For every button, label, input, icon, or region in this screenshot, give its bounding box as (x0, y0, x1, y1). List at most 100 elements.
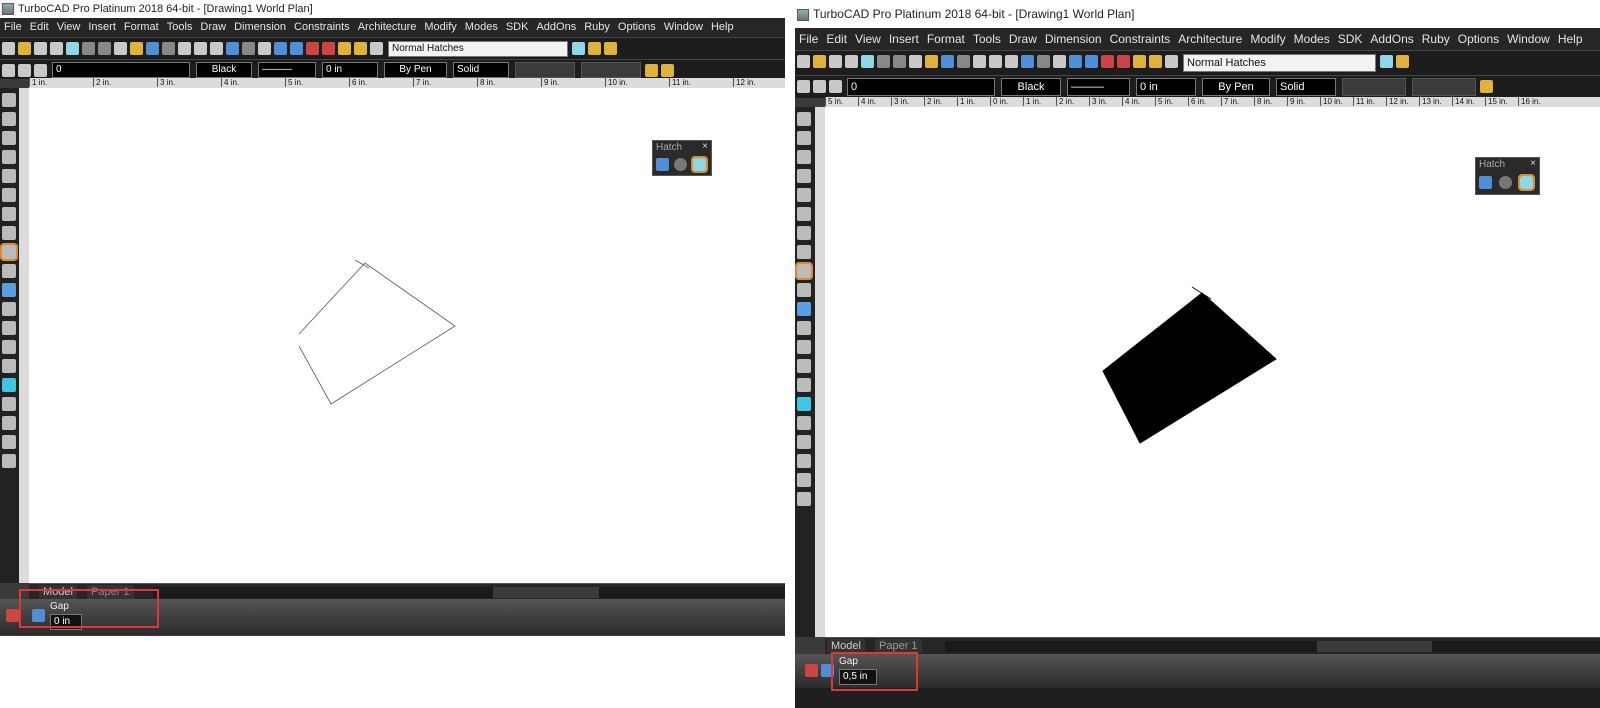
thickness-select[interactable]: 0 in (1136, 78, 1196, 96)
undo-icon[interactable] (146, 42, 159, 55)
circle-tool-icon[interactable] (2, 169, 16, 183)
layer-select[interactable]: 0 (52, 62, 190, 78)
save-icon[interactable] (34, 42, 47, 55)
menu-dimension[interactable]: Dimension (1041, 28, 1106, 50)
line-style-select[interactable]: Solid (1276, 78, 1336, 96)
render-tool-icon[interactable] (797, 473, 811, 487)
dimension-tool-icon[interactable] (2, 340, 16, 354)
measure-tool-icon[interactable] (2, 359, 16, 373)
menu-help[interactable]: Help (1554, 28, 1587, 50)
render-tool-icon[interactable] (2, 454, 16, 468)
edit-tool-icon[interactable] (2, 112, 16, 126)
grid-icon[interactable] (290, 42, 303, 55)
redo-icon[interactable] (162, 42, 175, 55)
properties-icon[interactable] (1149, 55, 1162, 68)
menu-ruby[interactable]: Ruby (1418, 28, 1454, 50)
help-cursor-icon[interactable] (1380, 55, 1393, 68)
properties-icon[interactable] (354, 42, 367, 55)
grid-icon[interactable] (1085, 55, 1098, 68)
array-tool-icon[interactable] (2, 321, 16, 335)
measure-tool-icon[interactable] (797, 378, 811, 392)
menu-draw[interactable]: Draw (196, 18, 230, 37)
layers-icon[interactable] (338, 42, 351, 55)
menu-dimension[interactable]: Dimension (230, 18, 290, 37)
zoom-in-icon[interactable] (973, 55, 986, 68)
dimension-tool-icon[interactable] (797, 359, 811, 373)
empty-select-1[interactable] (1342, 78, 1406, 96)
menu-constraints[interactable]: Constraints (1106, 28, 1175, 50)
redraw-icon[interactable] (242, 42, 255, 55)
menu-ruby[interactable]: Ruby (580, 18, 614, 37)
menu-edit[interactable]: Edit (822, 28, 851, 50)
palette-icon[interactable] (661, 64, 674, 77)
lights-tool-icon[interactable] (797, 492, 811, 506)
text-tool-icon[interactable] (2, 226, 16, 240)
hatch-tool-icon[interactable] (0, 243, 18, 261)
horizontal-scrollbar[interactable] (153, 587, 785, 598)
zoom-out-icon[interactable] (194, 42, 207, 55)
menu-draw[interactable]: Draw (1005, 28, 1041, 50)
menu-modes[interactable]: Modes (1290, 28, 1334, 50)
format-painter-icon[interactable] (925, 55, 938, 68)
table-tool-icon[interactable] (2, 397, 16, 411)
redraw-icon[interactable] (1037, 55, 1050, 68)
menu-options[interactable]: Options (1454, 28, 1503, 50)
thickness-select[interactable]: 0 in (322, 62, 378, 78)
snap-icon[interactable] (306, 42, 319, 55)
color-select[interactable]: Black (196, 62, 252, 78)
symbol-tool-icon[interactable] (797, 454, 811, 468)
gear-tool-icon[interactable] (797, 397, 811, 411)
hatched-polygon[interactable] (1102, 292, 1277, 444)
zoom-out-icon[interactable] (989, 55, 1002, 68)
visibility-icon[interactable] (34, 64, 47, 77)
menu-sdk[interactable]: SDK (502, 18, 533, 37)
visibility-icon[interactable] (829, 80, 842, 93)
table-tool-icon[interactable] (797, 416, 811, 430)
target-tool-icon[interactable] (2, 283, 16, 297)
layers-icon[interactable] (1133, 55, 1146, 68)
menu-modify[interactable]: Modify (1246, 28, 1289, 50)
new-file-icon[interactable] (2, 42, 15, 55)
pen-select[interactable]: By Pen (384, 62, 447, 78)
hatch-solid-icon[interactable] (691, 156, 708, 173)
arc-tool-icon[interactable] (2, 188, 16, 202)
redo-icon[interactable] (957, 55, 970, 68)
open-folder-icon[interactable] (18, 42, 31, 55)
abc-spell-icon[interactable] (1069, 55, 1082, 68)
eraser-tool-icon[interactable] (797, 321, 811, 335)
block-tool-icon[interactable] (797, 435, 811, 449)
array-tool-icon[interactable] (797, 340, 811, 354)
close-icon[interactable]: × (1530, 158, 1536, 169)
menu-addons[interactable]: AddOns (1366, 28, 1417, 50)
print-preview-icon[interactable] (861, 55, 874, 68)
pan-icon[interactable] (258, 42, 271, 55)
snap-icon[interactable] (1101, 55, 1114, 68)
menu-file[interactable]: File (795, 28, 822, 50)
point-tool-icon[interactable] (797, 226, 811, 240)
zoom-extents-icon[interactable] (1021, 55, 1034, 68)
new-file-icon[interactable] (797, 55, 810, 68)
finish-icon[interactable] (805, 664, 818, 677)
line-preview[interactable]: ——— (258, 62, 316, 78)
menu-modify[interactable]: Modify (420, 18, 460, 37)
hatch-gradient-icon[interactable] (1499, 176, 1512, 189)
menu-architecture[interactable]: Architecture (354, 18, 421, 37)
3d-tool-icon[interactable] (797, 283, 811, 297)
arc-tool-icon[interactable] (797, 207, 811, 221)
cut-icon[interactable] (877, 55, 890, 68)
abc-spell-icon[interactable] (274, 42, 287, 55)
empty-select-2[interactable] (1412, 78, 1476, 96)
pen-select[interactable]: By Pen (1202, 78, 1270, 96)
empty-select-2[interactable] (581, 62, 641, 78)
print-icon[interactable] (50, 42, 63, 55)
layer-manager-icon[interactable] (18, 64, 31, 77)
eraser-tool-icon[interactable] (2, 302, 16, 316)
symbol-tool-icon[interactable] (2, 435, 16, 449)
menu-constraints[interactable]: Constraints (290, 18, 354, 37)
left-drawing-canvas[interactable]: Hatch × (29, 88, 785, 583)
polyline-tool-icon[interactable] (797, 169, 811, 183)
menu-format[interactable]: Format (120, 18, 163, 37)
menu-help[interactable]: Help (707, 18, 738, 37)
tab-model[interactable]: Model (827, 639, 865, 653)
hatch-gradient-icon[interactable] (674, 158, 687, 171)
